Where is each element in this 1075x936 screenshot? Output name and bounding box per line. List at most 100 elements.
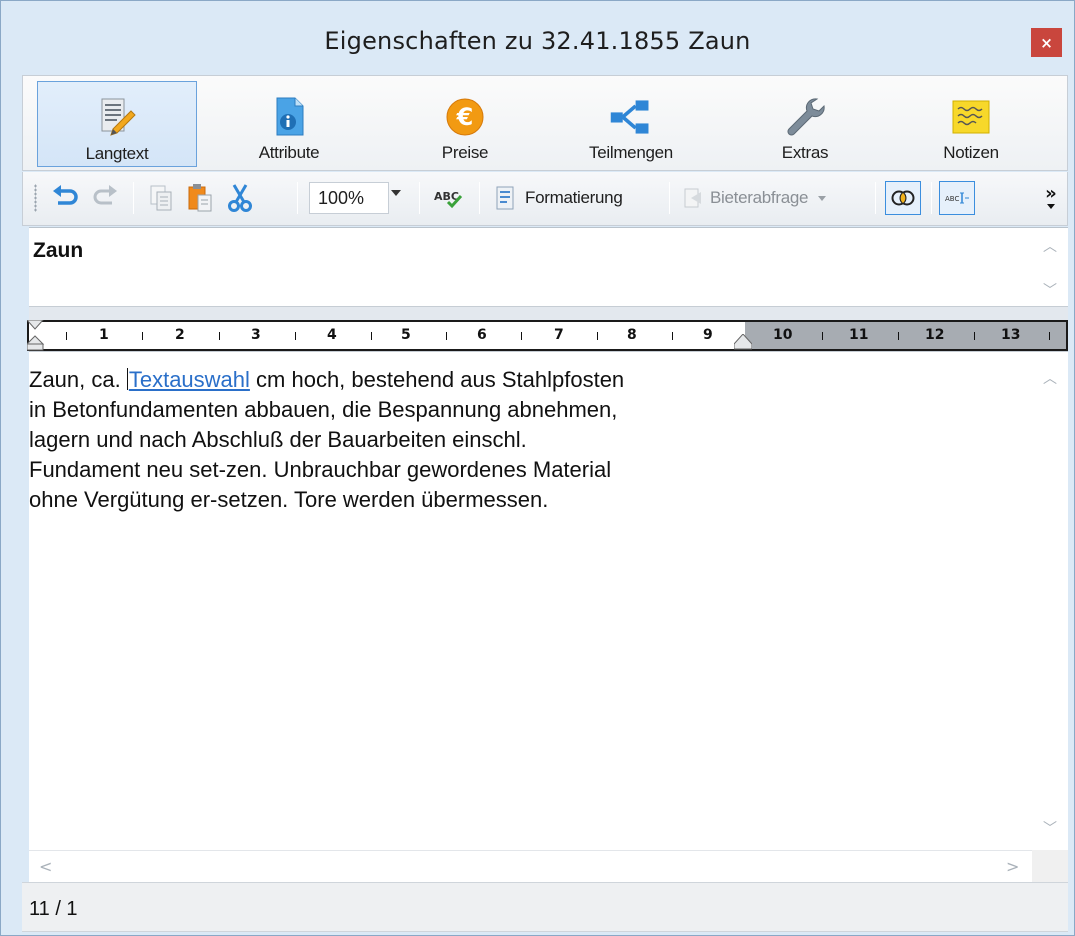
text-selection-link[interactable]: Textauswahl <box>129 367 250 392</box>
bidder-query-dropdown[interactable]: Bieterabfrage <box>683 181 863 215</box>
text-line: Fundament neu set-zen. Unbrauchbar gewor… <box>29 457 612 482</box>
tab-label: Notizen <box>943 143 999 162</box>
ruler-tick <box>219 332 220 340</box>
toolbar-grip[interactable] <box>34 184 37 212</box>
editor-vertical-scrollbar[interactable]: ︿ ﹀ <box>1032 352 1068 850</box>
chevron-down-icon[interactable] <box>391 190 401 196</box>
format-button-label: Formatierung <box>525 188 623 207</box>
text-segment: cm hoch, bestehend aus Stahlpfosten <box>249 367 625 392</box>
format-button[interactable]: Formatierung <box>495 181 655 215</box>
text-line: Zaun, ca. Textauswahl cm hoch, bestehend… <box>29 365 789 395</box>
title-bar: Eigenschaften zu 32.41.1855 Zaun × <box>1 1 1074 75</box>
ruler-number: 7 <box>554 327 564 343</box>
text-caret <box>126 368 128 390</box>
ruler-tick <box>446 332 447 340</box>
scroll-up-icon[interactable]: ︿ <box>1043 368 1057 388</box>
properties-dialog: Eigenschaften zu 32.41.1855 Zaun × Langt… <box>0 0 1075 936</box>
wrench-icon <box>782 94 828 140</box>
svg-text:ABC: ABC <box>945 195 959 203</box>
toolbar-separator <box>931 182 932 214</box>
chevron-down-icon <box>1047 203 1055 209</box>
tab-langtext[interactable]: Langtext <box>37 81 197 167</box>
spellcheck-button[interactable]: ABC <box>429 181 467 215</box>
toolbar-separator <box>669 182 670 214</box>
document-pencil-icon <box>94 95 140 141</box>
paste-button[interactable] <box>183 181 217 215</box>
ruler-number: 10 <box>773 327 793 343</box>
document-info-icon <box>266 94 312 140</box>
editor-horizontal-scrollbar[interactable]: < > <box>29 850 1032 882</box>
close-button[interactable]: × <box>1031 28 1062 57</box>
ruler-number: 4 <box>327 327 337 343</box>
overflow-chevron-icon: » <box>1045 182 1057 204</box>
status-bar: 11 / 1 <box>22 882 1068 932</box>
headline-text[interactable]: Zaun <box>33 239 83 263</box>
headline-field[interactable]: Zaun ︿ ﹀ <box>29 227 1068 307</box>
tab-extras[interactable]: Extras <box>725 81 885 167</box>
ruler-number: 12 <box>925 327 945 343</box>
ruler-number: 13 <box>1001 327 1021 343</box>
scroll-down-icon[interactable]: ﹀ <box>1043 818 1057 838</box>
long-text-editor[interactable]: Zaun, ca. Textauswahl cm hoch, bestehend… <box>29 351 1068 882</box>
text-segment: Zaun, ca. <box>29 367 127 392</box>
ruler-number: 1 <box>99 327 109 343</box>
ruler-tick <box>66 332 67 340</box>
ruler-number: 5 <box>401 327 411 343</box>
tab-notizen[interactable]: Notizen <box>891 81 1051 167</box>
overlap-circles-icon <box>891 190 915 206</box>
scroll-up-icon[interactable]: ︿ <box>1043 236 1057 256</box>
ruler-tick <box>597 332 598 340</box>
split-arrows-icon <box>608 94 654 140</box>
cut-button[interactable] <box>223 181 257 215</box>
chevron-down-icon <box>818 195 827 201</box>
tab-label: Extras <box>781 143 829 162</box>
tab-teilmengen[interactable]: Teilmengen <box>551 81 711 167</box>
undo-icon <box>53 185 78 205</box>
scissors-icon <box>228 184 252 212</box>
editor-text[interactable]: Zaun, ca. Textauswahl cm hoch, bestehend… <box>29 365 789 515</box>
toolbar-separator <box>479 182 480 214</box>
ruler-number: 3 <box>251 327 261 343</box>
bidder-query-label: Bieterabfrage <box>710 188 809 207</box>
copy-icon <box>150 185 172 211</box>
headline-scrollbar[interactable]: ︿ ﹀ <box>1032 228 1068 306</box>
ruler-tick <box>672 332 673 340</box>
compare-toggle[interactable] <box>885 181 921 215</box>
indent-marker-icon[interactable] <box>27 320 47 352</box>
euro-coin-icon: € <box>442 94 488 140</box>
splitter[interactable] <box>29 307 1068 320</box>
svg-text:€: € <box>456 103 474 131</box>
scroll-down-icon[interactable]: ﹀ <box>1043 280 1057 300</box>
ribbon-tabs: Langtext Attribute € Preise Teilmengen E… <box>22 75 1068 171</box>
scroll-right-icon[interactable]: > <box>1006 857 1019 876</box>
copy-button[interactable] <box>145 181 177 215</box>
ruler-tick <box>898 332 899 340</box>
redo-button[interactable] <box>89 181 123 215</box>
ruler-tick <box>295 332 296 340</box>
tab-label: Teilmengen <box>589 143 673 162</box>
cursor-position: 11 / 1 <box>29 898 78 920</box>
ruler-tick <box>822 332 823 340</box>
scrollbar-corner <box>1032 850 1068 882</box>
zoom-select[interactable]: 100% <box>309 182 389 214</box>
ruler-number: 8 <box>627 327 637 343</box>
undo-button[interactable] <box>47 181 83 215</box>
bidder-query-icon <box>684 188 701 208</box>
toolbar-separator <box>297 182 298 214</box>
text-line: lagern und nach Abschluß der Bauarbeiten… <box>29 427 527 452</box>
ruler-tick <box>1049 332 1050 340</box>
text-cursor-toggle[interactable]: ABC <box>939 181 975 215</box>
text-line: in Betonfundamenten abbauen, die Bespann… <box>29 397 618 422</box>
ruler-tick <box>521 332 522 340</box>
toolbar-overflow-button[interactable]: » <box>1039 181 1063 215</box>
right-margin-marker-icon[interactable] <box>734 334 752 350</box>
tab-attribute[interactable]: Attribute <box>209 81 369 167</box>
toolbar-separator <box>133 182 134 214</box>
tab-preise[interactable]: € Preise <box>385 81 545 167</box>
text-line: ohne Vergütung er-setzen. Tore werden üb… <box>29 487 549 512</box>
format-document-icon <box>496 186 514 210</box>
window-title: Eigenschaften zu 32.41.1855 Zaun <box>324 27 751 55</box>
scroll-left-icon[interactable]: < <box>39 857 52 876</box>
ruler[interactable]: 1 2 3 4 5 6 7 8 9 10 11 12 13 <box>27 320 1068 351</box>
tab-label: Attribute <box>258 143 320 162</box>
